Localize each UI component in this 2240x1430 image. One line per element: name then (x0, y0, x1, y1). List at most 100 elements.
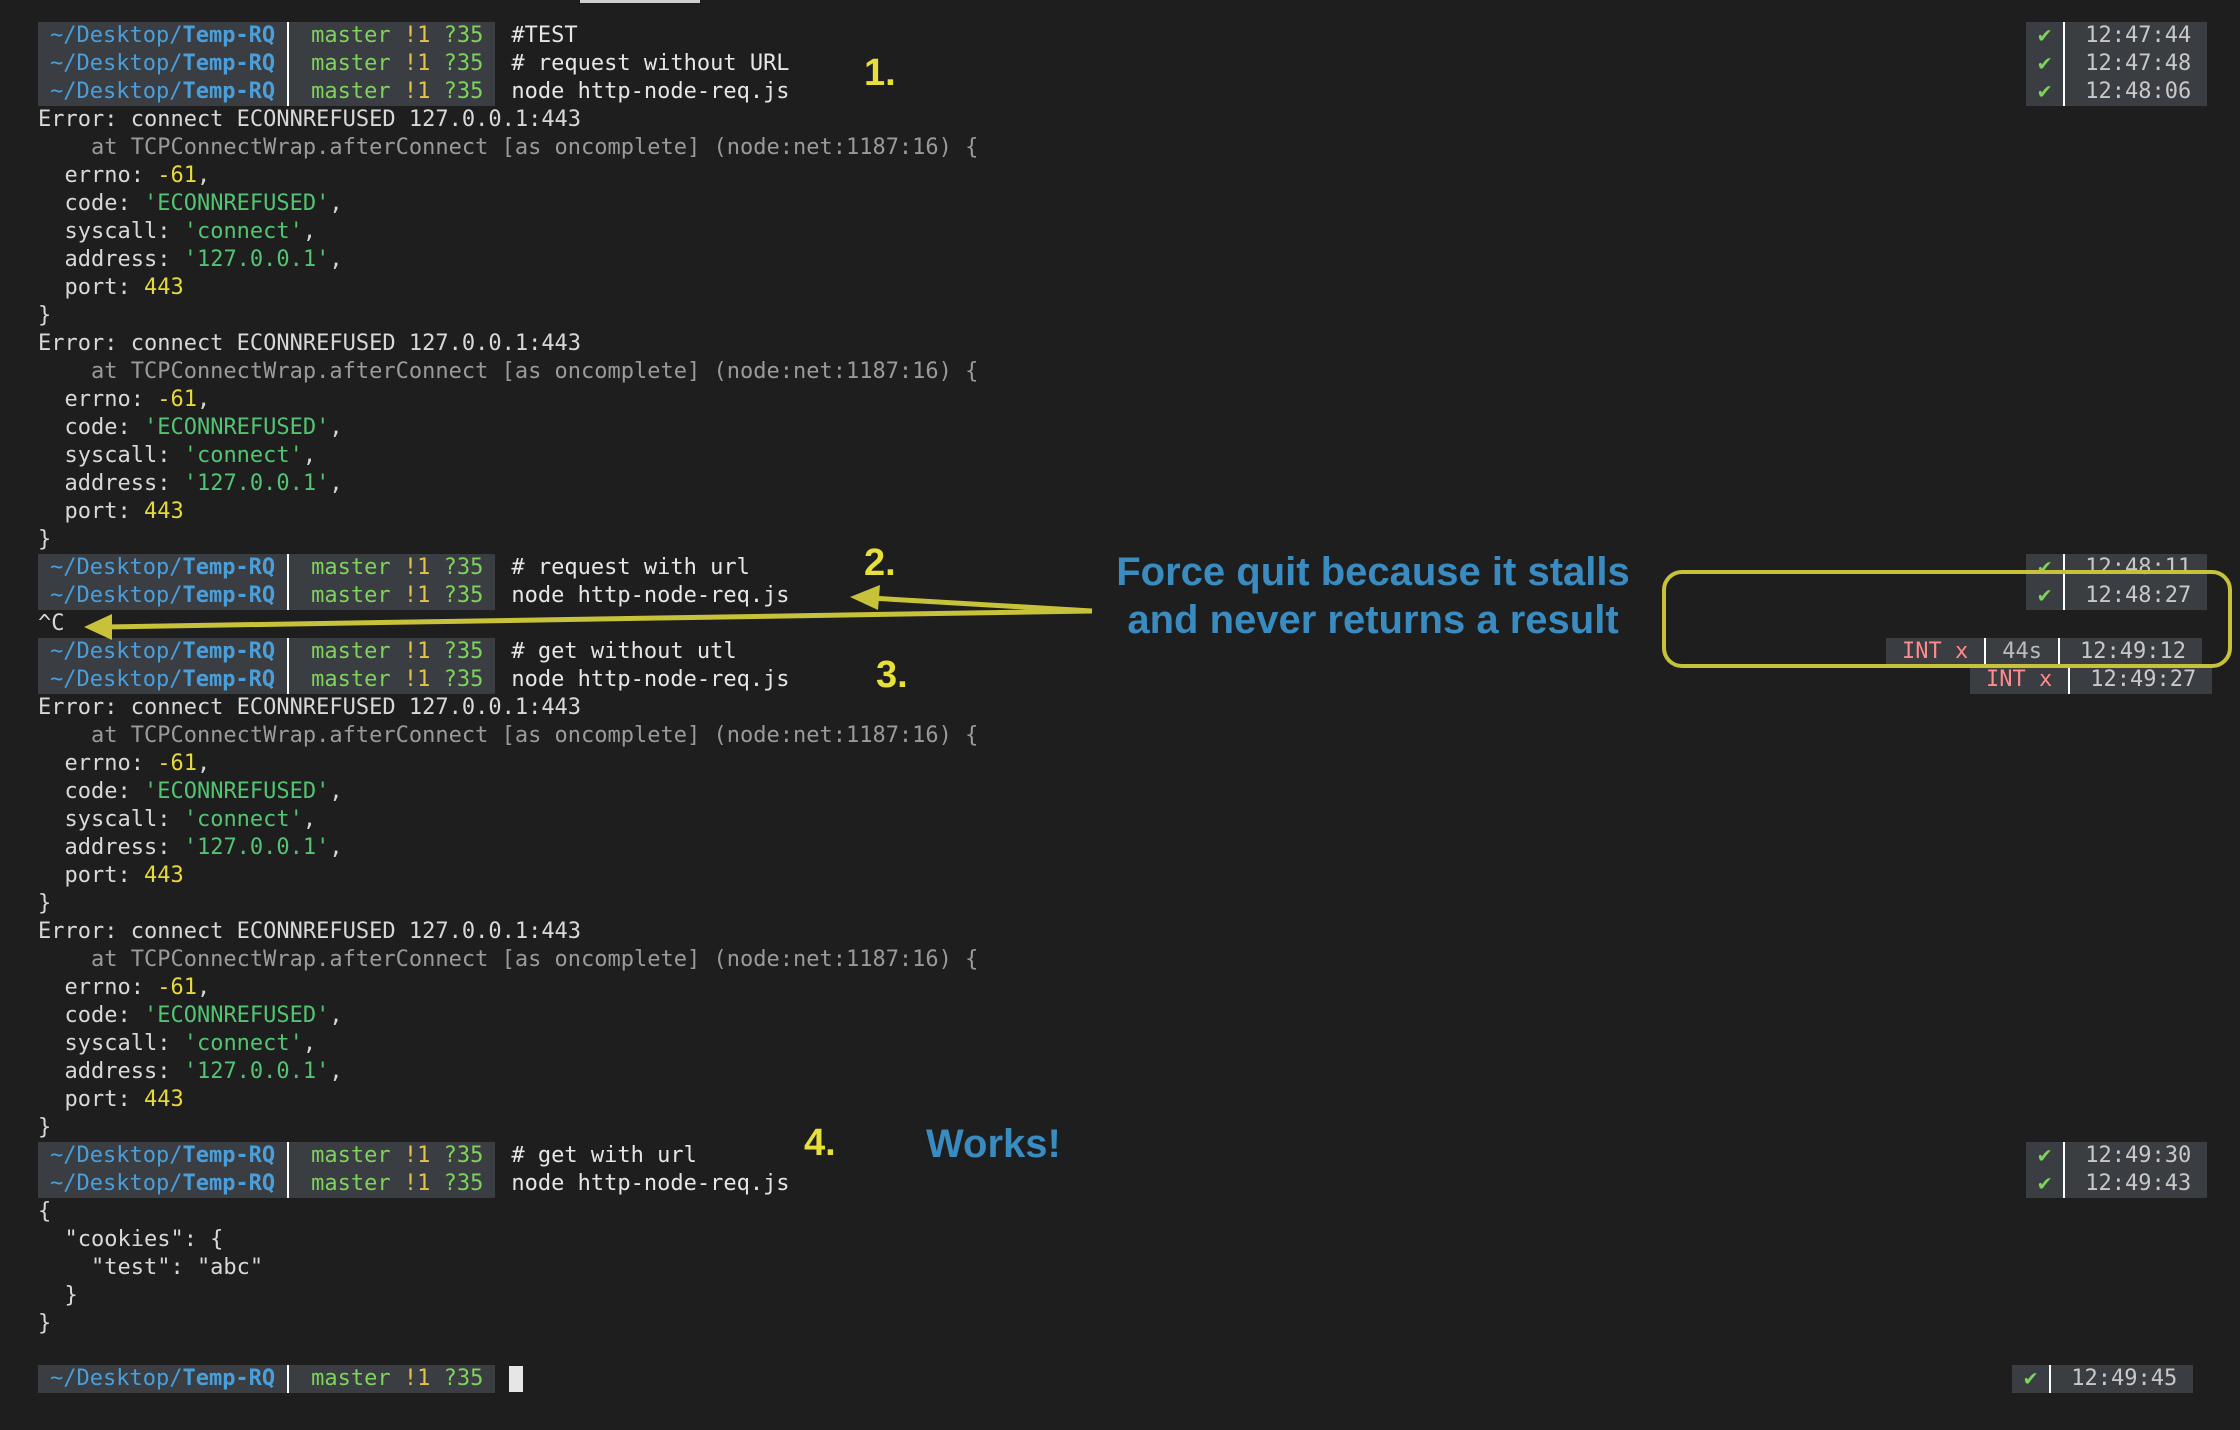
prompt-directory: ~/Desktop/Temp-RQ (38, 582, 288, 610)
prompt-dir-prefix: ~/Desktop/ (50, 639, 183, 664)
check-icon: ✔ (2024, 1366, 2038, 1391)
interrupt-status: INT x (1902, 639, 1969, 664)
field-value: '127.0.0.1' (183, 471, 330, 496)
command-text: # get with url (511, 1143, 697, 1168)
error-field-address: address: '127.0.0.1', (38, 247, 343, 272)
prompt-line: ~/Desktop/Temp-RQ master !1 ?35 # get with… (38, 1142, 697, 1170)
prompt-dir-prefix: ~/Desktop/ (50, 23, 183, 48)
error-stack: at TCPConnectWrap.afterConnect [as oncom… (38, 722, 978, 750)
interrupt-line: ^C (38, 610, 65, 638)
field-key: code: (38, 191, 144, 216)
json-text: "test": "abc" (38, 1255, 264, 1280)
error-header: Error: connect ECONNREFUSED 127.0.0.1:44… (38, 918, 581, 946)
stack-trace: at TCPConnectWrap.afterConnect [as oncom… (38, 947, 979, 972)
field-key: code: (38, 779, 144, 804)
prompt-git-status: master !1 ?35 (289, 666, 496, 694)
prompt-dir-name: Temp-RQ (182, 23, 276, 48)
prompt-dir-name: Temp-RQ (182, 583, 276, 608)
field-value: '127.0.0.1' (183, 835, 330, 860)
json-output-line: "cookies": { (38, 1226, 223, 1254)
error-field-errno: errno: -61, (38, 163, 211, 188)
prompt-dir-prefix: ~/Desktop/ (50, 555, 183, 580)
git-untracked-count: ?35 (443, 1143, 484, 1168)
terminal-output[interactable]: ~/Desktop/Temp-RQ master !1 ?35 #TEST ~/Des… (0, 0, 2240, 1430)
field-value: 'connect' (183, 807, 303, 832)
error-field-port: port: 443 (38, 1086, 184, 1114)
git-untracked-count: ?35 (443, 79, 484, 104)
field-value: -61 (157, 975, 197, 1000)
field-value: 'connect' (183, 219, 303, 244)
prompt-dir-prefix: ~/Desktop/ (50, 583, 183, 608)
interrupt-status: INT x (1986, 667, 2053, 692)
command-text: # request without URL (511, 51, 790, 76)
prompt-dir-name: Temp-RQ (182, 1366, 276, 1391)
json-output-line: } (38, 1282, 77, 1310)
field-value: 443 (143, 1087, 184, 1112)
right-status: ✔ 12:47:44 (2026, 22, 2208, 50)
git-modified-count: !1 (403, 1143, 431, 1168)
annotation-works-note: Works! (926, 1122, 1061, 1166)
prompt-line: ~/Desktop/Temp-RQ master !1 ?35 # request … (38, 50, 790, 78)
error-stack: at TCPConnectWrap.afterConnect [as oncom… (38, 946, 978, 974)
prompt-dir-prefix: ~/Desktop/ (50, 1171, 183, 1196)
git-branch: master (311, 1366, 391, 1391)
timestamp: 12:49:30 (2085, 1143, 2192, 1168)
check-icon: ✔ (2038, 23, 2052, 48)
git-modified-count: !1 (403, 639, 431, 664)
field-value: 'ECONNREFUSED' (143, 1003, 330, 1028)
right-status: ✔ 12:47:48 (2026, 50, 2208, 78)
check-icon: ✔ (2038, 555, 2052, 580)
field-value: 'connect' (183, 1031, 303, 1056)
prompt-git-status: master !1 ?35 (289, 78, 496, 106)
error-header: Error: connect ECONNREFUSED 127.0.0.1:44… (38, 106, 581, 134)
git-untracked-count: ?35 (443, 583, 484, 608)
prompt-dir-prefix: ~/Desktop/ (50, 1366, 183, 1391)
check-icon: ✔ (2038, 1171, 2052, 1196)
field-value: 'ECONNREFUSED' (143, 779, 330, 804)
git-modified-count: !1 (403, 667, 431, 692)
error-field-errno: errno: -61, (38, 387, 211, 412)
brace: } (38, 1115, 52, 1140)
git-branch: master (311, 51, 391, 76)
git-modified-count: !1 (403, 79, 431, 104)
field-key: address: (38, 1059, 184, 1084)
prompt-git-status: master !1 ?35 (289, 638, 496, 666)
right-status: ✔ 12:49:45 (2012, 1365, 2194, 1393)
timestamp: 12:49:12 (2079, 639, 2186, 664)
error-field-code: code: 'ECONNREFUSED', (38, 415, 343, 440)
prompt-dir-name: Temp-RQ (182, 667, 276, 692)
git-modified-count: !1 (403, 23, 431, 48)
error-field-port: port: 443 (38, 498, 183, 526)
timestamp: 12:49:43 (2085, 1171, 2192, 1196)
annotation-step-1: 1. (864, 52, 896, 94)
annotation-step-3: 3. (876, 654, 908, 696)
error-close: } (38, 526, 51, 554)
error-field-errno: errno: -61, (38, 975, 211, 1000)
error-field-port: port: 443 (38, 274, 184, 302)
prompt-directory: ~/Desktop/Temp-RQ (38, 78, 288, 106)
brace: } (38, 891, 52, 916)
command-text: #TEST (511, 23, 578, 48)
git-branch: master (311, 583, 391, 608)
prompt-git-status: master !1 ?35 (289, 1142, 496, 1170)
git-branch: master (311, 639, 391, 664)
text-cursor[interactable] (509, 1366, 524, 1392)
field-value: 'connect' (183, 443, 303, 468)
field-value: -61 (157, 387, 197, 412)
field-key: errno: (38, 387, 158, 412)
prompt-dir-name: Temp-RQ (182, 1143, 276, 1168)
field-key: address: (38, 835, 184, 860)
field-value: 443 (143, 275, 184, 300)
git-branch: master (311, 1171, 391, 1196)
prompt-dir-name: Temp-RQ (182, 639, 276, 664)
git-modified-count: !1 (403, 1171, 431, 1196)
prompt-directory: ~/Desktop/Temp-RQ (38, 1170, 288, 1198)
prompt-directory: ~/Desktop/Temp-RQ (38, 554, 288, 582)
git-branch: master (311, 23, 391, 48)
field-key: errno: (38, 975, 158, 1000)
brace: } (38, 527, 52, 552)
error-message: Error: connect ECONNREFUSED 127.0.0.1:44… (38, 919, 582, 944)
annotation-force-quit-note: Force quit because it stalls and never r… (1116, 550, 1630, 642)
right-status: ✔ 12:49:43 (2026, 1170, 2208, 1198)
annotation-step-4: 4. (804, 1122, 836, 1164)
